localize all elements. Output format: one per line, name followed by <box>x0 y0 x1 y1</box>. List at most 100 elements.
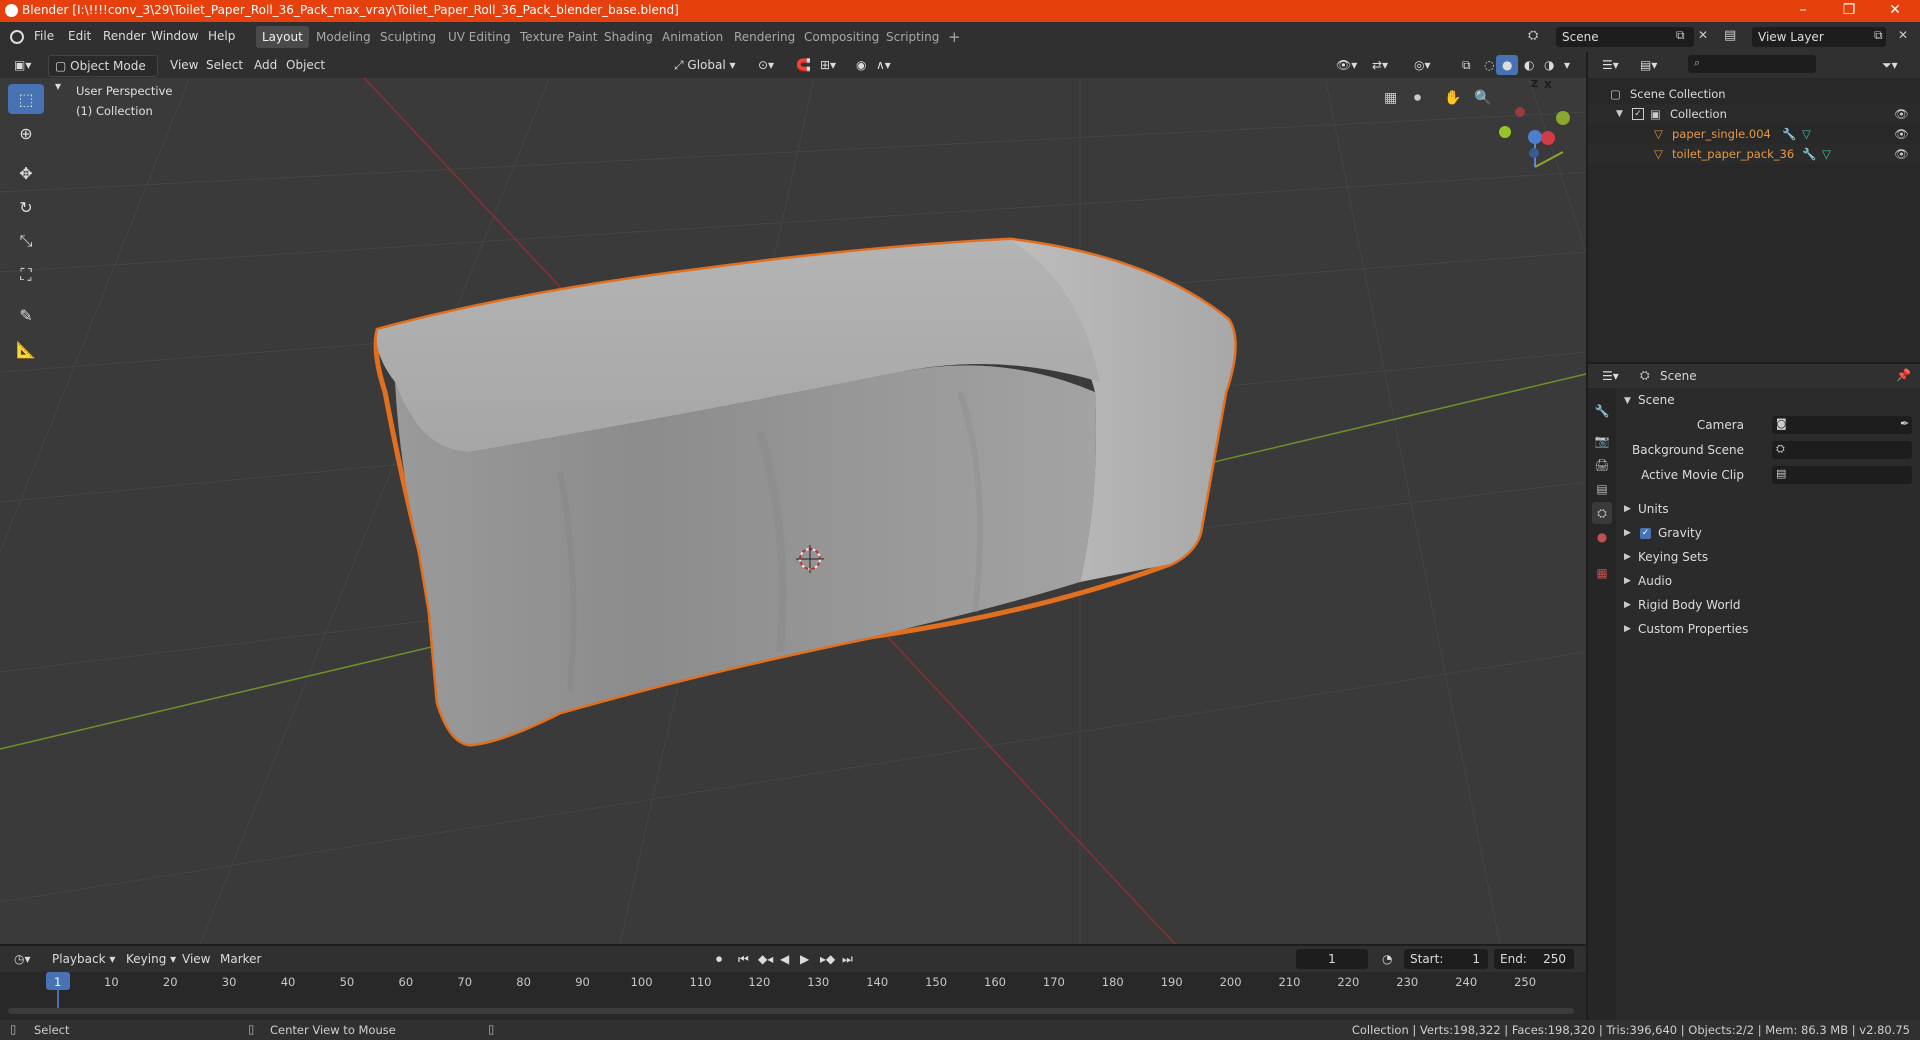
world-tab-icon[interactable]: ● <box>1592 526 1612 548</box>
toilet-paper-pack-object[interactable] <box>373 237 1237 747</box>
new-scene-icon[interactable]: ⧉ <box>1676 28 1685 43</box>
scene-icon[interactable]: ⛭ <box>1528 28 1544 44</box>
tab-compositing[interactable]: Compositing <box>798 26 885 48</box>
filter-icon[interactable]: ⏷▾ <box>1876 55 1904 75</box>
menu-render[interactable]: Render <box>103 29 146 43</box>
timeline-editor-type-icon[interactable]: ◷▾ <box>8 949 37 969</box>
scene-panel-expand-icon[interactable]: ▼ <box>1624 396 1631 406</box>
shading-solid-icon[interactable]: ● <box>1496 55 1519 75</box>
measure-tool-icon[interactable]: 📐 <box>8 334 44 364</box>
visibility-icon[interactable]: 👁▾ <box>1330 55 1363 75</box>
xray-icon[interactable]: ⧉ <box>1456 55 1477 75</box>
output-tab-icon[interactable]: 🖨 <box>1592 454 1612 476</box>
transform-orientation-dropdown[interactable]: ⤢ Global ▾ <box>668 55 742 75</box>
add-workspace-button[interactable]: + <box>942 26 967 48</box>
keying-sets-expand-icon[interactable]: ▶ <box>1624 552 1631 562</box>
active-movie-clip-field[interactable]: ▤ <box>1772 466 1912 484</box>
tab-rendering[interactable]: Rendering <box>728 26 801 48</box>
camera-view-icon[interactable]: ⏺ <box>1414 90 1421 106</box>
scale-tool-icon[interactable]: ⤡ <box>8 226 44 256</box>
section-gravity[interactable]: Gravity <box>1658 526 1702 540</box>
view-layer-field[interactable]: View Layer <box>1752 27 1886 47</box>
outliner-row-toilet-paper-pack[interactable]: ▽ toilet_paper_pack_36 🔧 ▽ 👁 <box>1588 144 1920 164</box>
cursor-tool-icon[interactable]: ⊕ <box>8 118 44 148</box>
snap-target-icon[interactable]: ⊞▾ <box>814 55 842 75</box>
grid-view-icon[interactable]: ▦ <box>1384 90 1397 106</box>
object-visibility-icon[interactable]: 👁 <box>1894 124 1909 144</box>
tab-modeling[interactable]: Modeling <box>310 26 377 48</box>
mesh-data-icon[interactable]: ▽ <box>1822 144 1831 164</box>
menu-view[interactable]: View <box>164 55 204 75</box>
scene-panel-title[interactable]: Scene <box>1638 393 1675 407</box>
menu-file[interactable]: File <box>34 29 54 43</box>
move-tool-icon[interactable]: ✥ <box>8 158 44 188</box>
texture-tab-icon[interactable]: ▦ <box>1592 562 1612 584</box>
view-layer-icon[interactable]: ▤ <box>1724 28 1736 43</box>
outliner-row-collection[interactable]: ▼ ✓ ▣ Collection 👁 <box>1588 104 1920 124</box>
eyedropper-icon[interactable]: ✒ <box>1900 417 1909 430</box>
menu-window[interactable]: Window <box>151 29 198 43</box>
minimize-button[interactable]: – <box>1780 0 1826 22</box>
collection-checkbox[interactable]: ✓ <box>1632 108 1644 120</box>
camera-field[interactable]: ◙ ✒ <box>1772 416 1912 434</box>
units-expand-icon[interactable]: ▶ <box>1624 504 1631 514</box>
close-button[interactable]: ✕ <box>1872 0 1918 22</box>
overlays-icon[interactable]: ◎▾ <box>1408 55 1437 75</box>
tab-sculpting[interactable]: Sculpting <box>374 26 442 48</box>
rigid-body-expand-icon[interactable]: ▶ <box>1624 600 1631 610</box>
gravity-checkbox[interactable]: ✓ <box>1640 528 1651 539</box>
menu-keying[interactable]: Keying ▾ <box>120 949 182 969</box>
mode-dropdown[interactable]: ▢ Object Mode ▾ <box>48 55 158 93</box>
outliner-row-paper-single[interactable]: ▽ paper_single.004 🔧 ▽ 👁 <box>1588 124 1920 144</box>
start-frame-field[interactable]: Start: 1 <box>1404 949 1488 969</box>
section-custom-properties[interactable]: Custom Properties <box>1638 622 1748 636</box>
menu-object[interactable]: Object <box>280 55 331 75</box>
menu-timeline-view[interactable]: View <box>176 949 216 969</box>
pan-hand-icon[interactable]: ✋ <box>1444 90 1461 106</box>
outliner-search-input[interactable] <box>1688 55 1816 73</box>
render-tab-icon[interactable]: 📷 <box>1592 430 1612 452</box>
audio-expand-icon[interactable]: ▶ <box>1624 576 1631 586</box>
tab-texture-paint[interactable]: Texture Paint <box>514 26 603 48</box>
outliner-row-scene-collection[interactable]: ▢ Scene Collection <box>1588 84 1920 104</box>
blender-menu-icon[interactable] <box>10 30 24 44</box>
modifier-wrench-icon[interactable]: 🔧 <box>1802 144 1816 164</box>
end-frame-field[interactable]: End: 250 <box>1494 949 1574 969</box>
jump-end-icon[interactable]: ⏭ <box>836 949 859 969</box>
background-scene-field[interactable]: ⛭ <box>1772 441 1912 459</box>
collection-visibility-icon[interactable]: 👁 <box>1894 104 1909 124</box>
gizmo-toggle-icon[interactable]: ⇄▾ <box>1366 55 1394 75</box>
modifier-wrench-icon[interactable]: 🔧 <box>1782 124 1796 144</box>
custom-props-expand-icon[interactable]: ▶ <box>1624 624 1631 634</box>
shading-options-icon[interactable]: ▾ <box>1558 55 1576 75</box>
gravity-expand-icon[interactable]: ▶ <box>1624 528 1631 538</box>
menu-help[interactable]: Help <box>208 29 235 43</box>
section-keying-sets[interactable]: Keying Sets <box>1638 550 1708 564</box>
play-reverse-icon[interactable]: ◀ <box>774 949 795 969</box>
maximize-button[interactable]: ❐ <box>1826 0 1872 22</box>
expand-collection-icon[interactable]: ▼ <box>1616 104 1623 124</box>
outliner-editor-type-icon[interactable]: ☰▾ <box>1596 55 1625 75</box>
menu-marker[interactable]: Marker <box>214 949 267 969</box>
timeline-scrollbar[interactable] <box>8 1008 1574 1014</box>
scene-tab-icon[interactable]: ⛭ <box>1592 502 1612 524</box>
annotate-tool-icon[interactable]: ✎ <box>8 300 44 330</box>
section-units[interactable]: Units <box>1638 502 1669 516</box>
3d-viewport[interactable]: Z Y X User Perspective (1) Collection ▦ … <box>0 52 1586 944</box>
properties-editor-type-icon[interactable]: ☰▾ <box>1596 366 1625 386</box>
delete-view-layer-icon[interactable]: ✕ <box>1898 28 1908 42</box>
preview-range-icon[interactable]: ◔ <box>1376 949 1398 969</box>
display-mode-icon[interactable]: ▤▾ <box>1634 55 1663 75</box>
transform-tool-icon[interactable]: ⛶ <box>8 260 44 290</box>
section-rigid-body-world[interactable]: Rigid Body World <box>1638 598 1741 612</box>
mesh-data-icon[interactable]: ▽ <box>1802 124 1811 144</box>
pivot-icon[interactable]: ⊙▾ <box>752 55 780 75</box>
snap-icon[interactable]: 🧲 <box>790 55 817 75</box>
current-frame-field[interactable]: 1 <box>1296 949 1368 969</box>
play-icon[interactable]: ▶ <box>794 949 815 969</box>
scene-field[interactable]: Scene <box>1556 27 1694 47</box>
pin-icon[interactable]: 📌 <box>1896 368 1911 382</box>
select-box-tool-icon[interactable]: ⬚ <box>8 84 44 114</box>
menu-select[interactable]: Select <box>200 55 249 75</box>
tab-uv-editing[interactable]: UV Editing <box>442 26 517 48</box>
